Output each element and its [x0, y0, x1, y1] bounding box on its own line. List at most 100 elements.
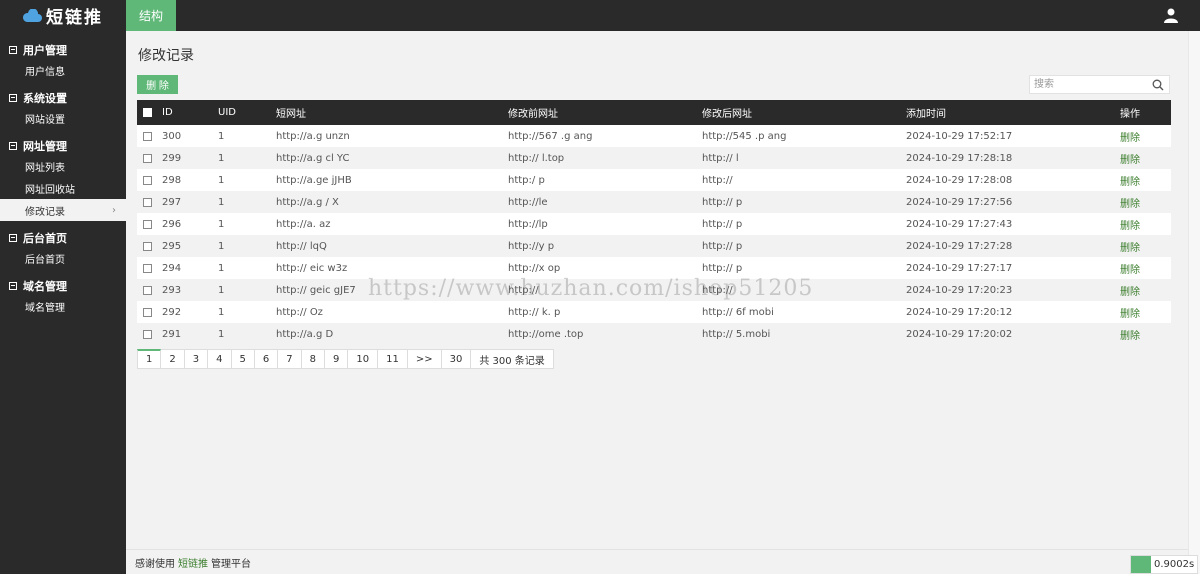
- footer-brand-link[interactable]: 短链推: [178, 555, 208, 570]
- cell-uid: 1: [218, 196, 225, 208]
- page-button[interactable]: 10: [348, 349, 379, 369]
- cell-id: 297: [162, 196, 182, 208]
- table-row: 299 1 http://a.g cl YC http:// l.top http://…: [137, 147, 1171, 169]
- cell-delete-link[interactable]: 删除: [1120, 169, 1140, 191]
- cell-delete-link[interactable]: 删除: [1120, 125, 1140, 147]
- page-title: 修改记录: [138, 48, 194, 64]
- timer-value: 0.9002s: [1154, 559, 1195, 570]
- cell-delete-link[interactable]: 删除: [1120, 147, 1140, 169]
- sidebar-item-domains[interactable]: 域名管理: [0, 295, 126, 317]
- collapse-icon: [9, 282, 17, 290]
- row-checkbox[interactable]: [143, 175, 152, 185]
- col-before-url: 修改前网址: [508, 109, 558, 120]
- sidebar-group-system[interactable]: 系统设置: [0, 89, 126, 107]
- cell-delete-link[interactable]: 删除: [1120, 279, 1140, 301]
- sidebar-group-urls[interactable]: 网址管理: [0, 137, 126, 155]
- cloud-icon: [22, 8, 42, 22]
- delete-button[interactable]: 删 除: [137, 75, 178, 94]
- row-checkbox[interactable]: [143, 329, 152, 339]
- cell-after-url: http:// p: [702, 218, 743, 230]
- cell-before-url: http://567 .g ang: [508, 130, 593, 142]
- scrollbar[interactable]: [1188, 31, 1200, 574]
- cell-short-url: http:// eic w3z: [276, 262, 348, 274]
- top-bar: 短链推 结构: [0, 0, 1200, 31]
- search-icon[interactable]: [1152, 79, 1164, 91]
- cell-id: 293: [162, 284, 182, 296]
- cell-after-url: http:// p: [702, 240, 743, 252]
- page-button[interactable]: 3: [184, 349, 209, 369]
- cell-time: 2024-10-29 17:28:18: [906, 152, 1013, 164]
- table-row: 300 1 http://a.g unzn http://567 .g ang http…: [137, 125, 1171, 147]
- row-checkbox[interactable]: [143, 285, 152, 295]
- col-uid: UID: [218, 107, 236, 118]
- page-button[interactable]: >>: [407, 349, 442, 369]
- row-checkbox[interactable]: [143, 241, 152, 251]
- cell-before-url: http://y p: [508, 240, 555, 252]
- cell-id: 298: [162, 174, 182, 186]
- col-short-url: 短网址: [276, 109, 306, 120]
- select-all-checkbox[interactable]: [143, 108, 152, 117]
- row-checkbox[interactable]: [143, 153, 152, 163]
- table-row: 296 1 http://a. az http://lp http:// p 2024-…: [137, 213, 1171, 235]
- collapse-icon: [9, 94, 17, 102]
- page-button[interactable]: 30: [441, 349, 472, 369]
- page-button[interactable]: 5: [231, 349, 255, 369]
- sidebar-item-url-list[interactable]: 网址列表: [0, 155, 126, 177]
- sidebar-item-site-settings[interactable]: 网站设置: [0, 107, 126, 129]
- cell-delete-link[interactable]: 删除: [1120, 323, 1140, 345]
- table-row: 292 1 http:// Oz http:// k. p http:// 6f mob…: [137, 301, 1171, 323]
- cell-delete-link[interactable]: 删除: [1120, 191, 1140, 213]
- cell-short-url: http://a.g / X: [276, 196, 339, 208]
- cell-time: 2024-10-29 17:28:08: [906, 174, 1013, 186]
- search-input[interactable]: [1030, 76, 1148, 93]
- sidebar-item-dashboard[interactable]: 后台首页: [0, 247, 126, 269]
- row-checkbox[interactable]: [143, 131, 152, 141]
- page-button[interactable]: 1: [137, 349, 162, 369]
- cell-after-url: http://545 .p ang: [702, 130, 787, 142]
- cell-delete-link[interactable]: 删除: [1120, 301, 1140, 323]
- cell-short-url: http://a.g unzn: [276, 130, 350, 142]
- cell-id: 300: [162, 130, 182, 142]
- sidebar-item-edit-log[interactable]: 修改记录 ›: [0, 199, 126, 221]
- cell-delete-link[interactable]: 删除: [1120, 235, 1140, 257]
- cell-id: 291: [162, 328, 182, 340]
- page-button[interactable]: 7: [278, 349, 302, 369]
- logo-text: 短链推: [46, 8, 103, 28]
- cell-id: 292: [162, 306, 182, 318]
- cell-delete-link[interactable]: 删除: [1120, 257, 1140, 279]
- sidebar-item-user-info[interactable]: 用户信息: [0, 59, 126, 81]
- cell-uid: 1: [218, 262, 225, 274]
- cell-after-url: http://: [702, 174, 733, 186]
- cell-before-url: http://le: [508, 196, 548, 208]
- sidebar-group-dashboard[interactable]: 后台首页: [0, 229, 126, 247]
- page-button[interactable]: 9: [325, 349, 349, 369]
- table-row: 295 1 http:// lqQ http://y p http:// p 2024-1…: [137, 235, 1171, 257]
- logo[interactable]: 短链推: [0, 0, 126, 31]
- cell-uid: 1: [218, 174, 225, 186]
- cell-id: 296: [162, 218, 182, 230]
- row-checkbox[interactable]: [143, 219, 152, 229]
- timer-logo-icon: [1131, 556, 1151, 573]
- sidebar-item-url-recycle[interactable]: 网址回收站: [0, 177, 126, 199]
- cell-time: 2024-10-29 17:20:12: [906, 306, 1013, 318]
- cell-uid: 1: [218, 130, 225, 142]
- cell-uid: 1: [218, 328, 225, 340]
- row-checkbox[interactable]: [143, 263, 152, 273]
- sidebar-group-domains[interactable]: 域名管理: [0, 277, 126, 295]
- page-button[interactable]: 8: [301, 349, 325, 369]
- row-checkbox[interactable]: [143, 197, 152, 207]
- sidebar-group-users[interactable]: 用户管理: [0, 41, 126, 59]
- top-tab-structure[interactable]: 结构: [126, 0, 176, 31]
- user-icon[interactable]: [1164, 8, 1178, 23]
- cell-time: 2024-10-29 17:27:56: [906, 196, 1013, 208]
- row-checkbox[interactable]: [143, 307, 152, 317]
- cell-delete-link[interactable]: 删除: [1120, 213, 1140, 235]
- cell-uid: 1: [218, 284, 225, 296]
- page-button[interactable]: 6: [254, 349, 279, 369]
- page-button[interactable]: 11: [378, 349, 408, 369]
- cell-uid: 1: [218, 306, 225, 318]
- page-button[interactable]: 2: [161, 349, 185, 369]
- collapse-icon: [9, 46, 17, 54]
- page-button[interactable]: 4: [208, 349, 232, 369]
- cell-after-url: http:// 5.mobi: [702, 328, 771, 340]
